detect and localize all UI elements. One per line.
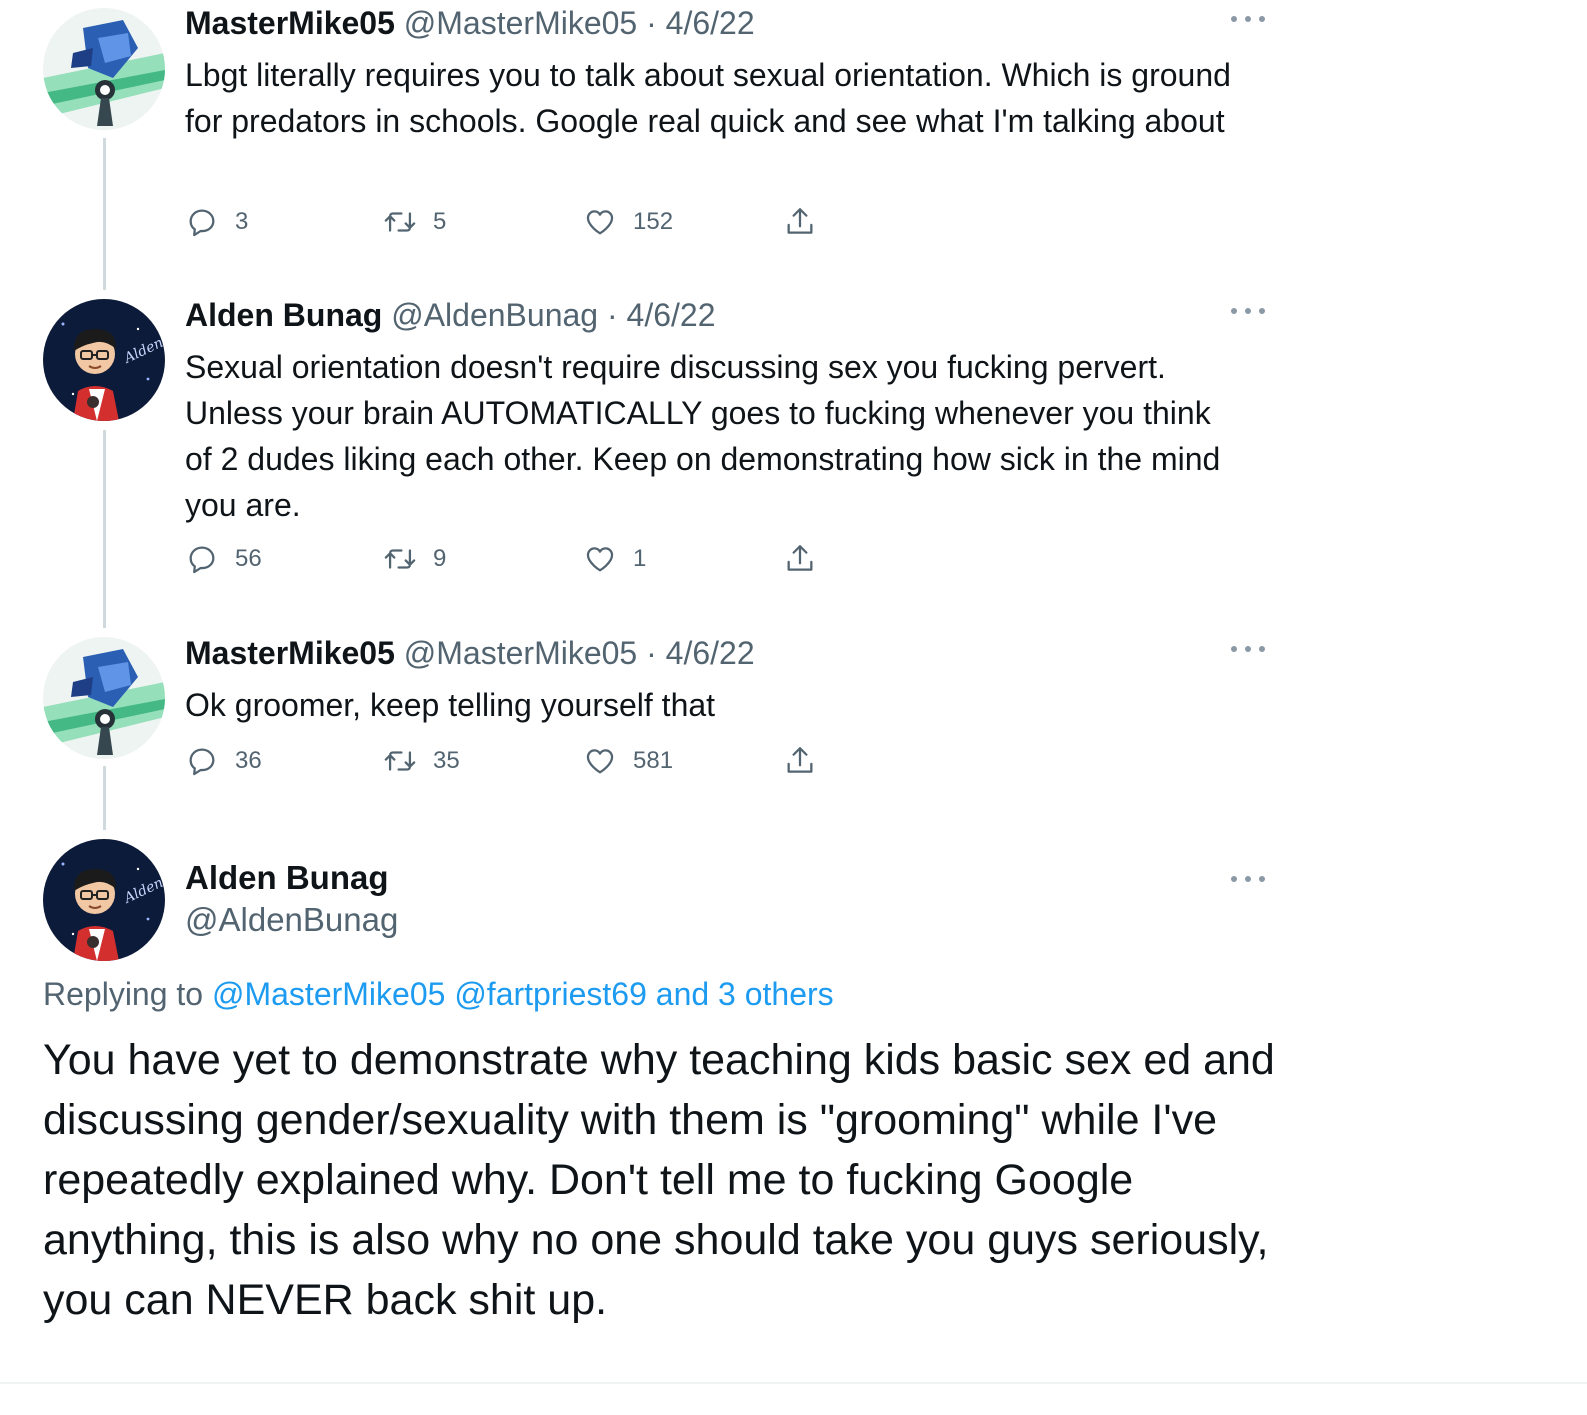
share-upload-icon bbox=[787, 208, 813, 234]
retweet-arrows-icon bbox=[384, 549, 416, 569]
replying-links[interactable]: @MasterMike05 @fartpriest69 and 3 others bbox=[212, 976, 834, 1012]
reply-bubble-icon bbox=[189, 748, 215, 776]
retweet-count: 35 bbox=[433, 747, 460, 774]
display-name[interactable]: Alden Bunag bbox=[185, 297, 382, 333]
thread-connector bbox=[103, 138, 106, 290]
more-dots-icon[interactable] bbox=[1231, 874, 1265, 884]
separator-dot: · bbox=[646, 635, 657, 671]
heart-icon bbox=[586, 210, 614, 235]
tweet-text: Ok groomer, keep telling yourself that bbox=[185, 687, 716, 723]
tweet-actions: 36 35 581 bbox=[185, 741, 845, 781]
tweet[interactable]: MasterMike05 @MasterMike05 · 4/6/22 Lbgt… bbox=[185, 2, 1265, 237]
replying-prefix: Replying to bbox=[43, 976, 204, 1012]
share-button[interactable] bbox=[783, 202, 817, 242]
cartoon-person-avatar-image: Alden bbox=[43, 299, 165, 421]
tweet-actions: 3 5 152 bbox=[185, 202, 845, 242]
retweet-count: 5 bbox=[433, 208, 447, 235]
tweet-header: Alden Bunag @AldenBunag · 4/6/22 bbox=[185, 294, 1265, 336]
thread-page: MasterMike05 @MasterMike05 · 4/6/22 Lbgt… bbox=[0, 0, 1587, 1415]
replying-to: Replying to @MasterMike05 @fartpriest69 … bbox=[43, 976, 834, 1013]
like-button[interactable]: 581 bbox=[583, 741, 673, 781]
display-name[interactable]: MasterMike05 bbox=[185, 635, 395, 671]
like-count: 1 bbox=[633, 545, 647, 572]
reply-bubble-icon bbox=[189, 209, 215, 237]
separator-dot: · bbox=[646, 5, 657, 41]
tweet-actions: 56 9 1 bbox=[185, 539, 845, 579]
share-button[interactable] bbox=[783, 539, 817, 579]
like-count: 581 bbox=[633, 747, 674, 774]
like-button[interactable]: 1 bbox=[583, 539, 646, 579]
user-handle[interactable]: @AldenBunag bbox=[391, 297, 598, 333]
user-handle[interactable]: @MasterMike05 bbox=[404, 635, 637, 671]
user-handle[interactable]: @AldenBunag bbox=[185, 899, 1265, 941]
avatar[interactable] bbox=[43, 637, 165, 759]
tweet[interactable]: MasterMike05 @MasterMike05 · 4/6/22 Ok g… bbox=[185, 632, 1265, 776]
share-upload-icon bbox=[787, 747, 813, 773]
more-dots-icon[interactable] bbox=[1231, 14, 1265, 24]
reply-count: 3 bbox=[235, 208, 249, 235]
robot-character-avatar-image bbox=[43, 8, 165, 130]
tweet-date[interactable]: 4/6/22 bbox=[627, 297, 716, 333]
reply-count: 56 bbox=[235, 545, 262, 572]
cartoon-person-avatar-image: Alden bbox=[43, 839, 165, 961]
tweet-header: MasterMike05 @MasterMike05 · 4/6/22 bbox=[185, 632, 1265, 674]
reply-count: 36 bbox=[235, 747, 262, 774]
like-button[interactable]: 152 bbox=[583, 202, 673, 242]
separator-dot: · bbox=[606, 297, 618, 333]
tweet-text: Lbgt literally requires you to talk abou… bbox=[185, 57, 1231, 139]
focus-tweet-text: You have yet to demonstrate why teaching… bbox=[43, 1036, 1275, 1324]
reply-bubble-icon bbox=[189, 546, 215, 574]
retweet-arrows-icon bbox=[384, 212, 416, 232]
tweet[interactable]: Alden Bunag @AldenBunag · 4/6/22 Sexual … bbox=[185, 294, 1265, 574]
retweet-button[interactable]: 35 bbox=[383, 741, 460, 781]
retweet-arrows-icon bbox=[384, 751, 416, 771]
like-count: 152 bbox=[633, 208, 674, 235]
more-dots-icon[interactable] bbox=[1231, 306, 1265, 316]
divider bbox=[0, 1382, 1587, 1384]
share-upload-icon bbox=[787, 545, 813, 571]
more-dots-icon[interactable] bbox=[1231, 644, 1265, 654]
display-name[interactable]: MasterMike05 bbox=[185, 5, 395, 41]
retweet-button[interactable]: 5 bbox=[383, 202, 446, 242]
retweet-count: 9 bbox=[433, 545, 447, 572]
heart-icon bbox=[586, 547, 614, 572]
display-name[interactable]: Alden Bunag bbox=[185, 857, 1265, 899]
reply-button[interactable]: 56 bbox=[185, 539, 262, 579]
retweet-button[interactable]: 9 bbox=[383, 539, 446, 579]
tweet-text: Sexual orientation doesn't require discu… bbox=[185, 349, 1221, 523]
focus-tweet-header: Alden Bunag @AldenBunag bbox=[185, 857, 1265, 941]
avatar[interactable]: Alden bbox=[43, 839, 165, 961]
reply-button[interactable]: 3 bbox=[185, 202, 248, 242]
thread-connector bbox=[103, 430, 106, 628]
tweet-date[interactable]: 4/6/22 bbox=[666, 5, 755, 41]
tweet-date[interactable]: 4/6/22 bbox=[666, 635, 755, 671]
avatar[interactable]: Alden bbox=[43, 299, 165, 421]
avatar[interactable] bbox=[43, 8, 165, 130]
user-handle[interactable]: @MasterMike05 bbox=[404, 5, 637, 41]
heart-icon bbox=[586, 749, 614, 774]
thread-connector bbox=[103, 766, 106, 830]
reply-button[interactable]: 36 bbox=[185, 741, 262, 781]
share-button[interactable] bbox=[783, 741, 817, 781]
robot-character-avatar-image bbox=[43, 637, 165, 759]
tweet-header: MasterMike05 @MasterMike05 · 4/6/22 bbox=[185, 2, 1265, 44]
